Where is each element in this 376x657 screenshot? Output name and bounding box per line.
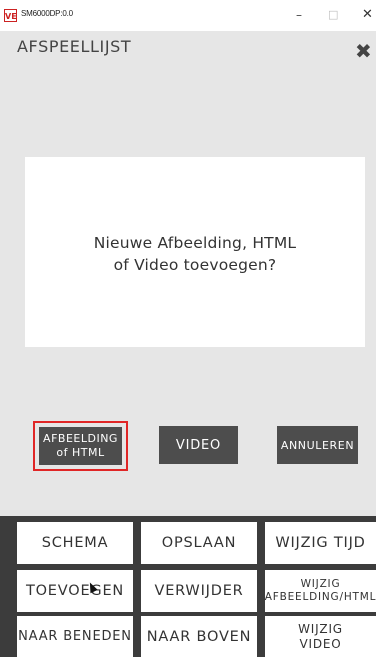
image-or-html-button[interactable]: AFBEELDING of HTML xyxy=(33,421,128,471)
maximize-button[interactable]: □ xyxy=(328,8,338,22)
close-icon[interactable]: ✖ xyxy=(355,40,372,62)
video-button[interactable]: VIDEO xyxy=(159,426,238,464)
minimize-button[interactable]: – xyxy=(296,8,302,22)
image-or-html-label-line-1: AFBEELDING xyxy=(43,432,118,445)
window-title: SM6000DP:0.0 xyxy=(21,9,73,18)
change-video-line-2: VIDEO xyxy=(299,636,342,651)
dialog-message: Nieuwe Afbeelding, HTML of Video toevoeg… xyxy=(25,232,365,276)
cancel-button[interactable]: ANNULEREN xyxy=(277,426,358,464)
move-down-button[interactable]: NAAR BENEDEN xyxy=(17,616,133,657)
dialog-message-line-1: Nieuwe Afbeelding, HTML xyxy=(93,234,297,252)
page-title: AFSPEELLIJST xyxy=(17,37,132,56)
change-video-line-1: WIJZIG xyxy=(298,621,343,636)
app-icon: VE xyxy=(4,9,17,22)
image-or-html-button-face[interactable]: AFBEELDING of HTML xyxy=(39,427,122,465)
save-button[interactable]: OPSLAAN xyxy=(141,522,257,564)
dialog-box: Nieuwe Afbeelding, HTML of Video toevoeg… xyxy=(25,157,365,347)
change-image-html-line-1: WIJZIG xyxy=(300,578,341,590)
change-time-button[interactable]: WIJZIG TIJD xyxy=(265,522,376,564)
change-image-html-button[interactable]: WIJZIG AFBEELDING/HTML xyxy=(265,570,376,612)
change-video-button[interactable]: WIJZIG VIDEO xyxy=(265,616,376,657)
delete-button[interactable]: VERWIJDER xyxy=(141,570,257,612)
window-close-button[interactable]: ✕ xyxy=(362,8,373,22)
schema-button[interactable]: SCHEMA xyxy=(17,522,133,564)
image-or-html-label-line-2: of HTML xyxy=(56,446,105,459)
move-up-button[interactable]: NAAR BOVEN xyxy=(141,616,257,657)
change-image-html-line-2: AFBEELDING/HTML xyxy=(264,591,376,603)
add-button[interactable]: TOEVOEGEN xyxy=(17,570,133,612)
window-titlebar: VE SM6000DP:0.0 – □ ✕ xyxy=(0,0,376,31)
dialog-message-line-2: of Video toevoegen? xyxy=(113,256,277,274)
